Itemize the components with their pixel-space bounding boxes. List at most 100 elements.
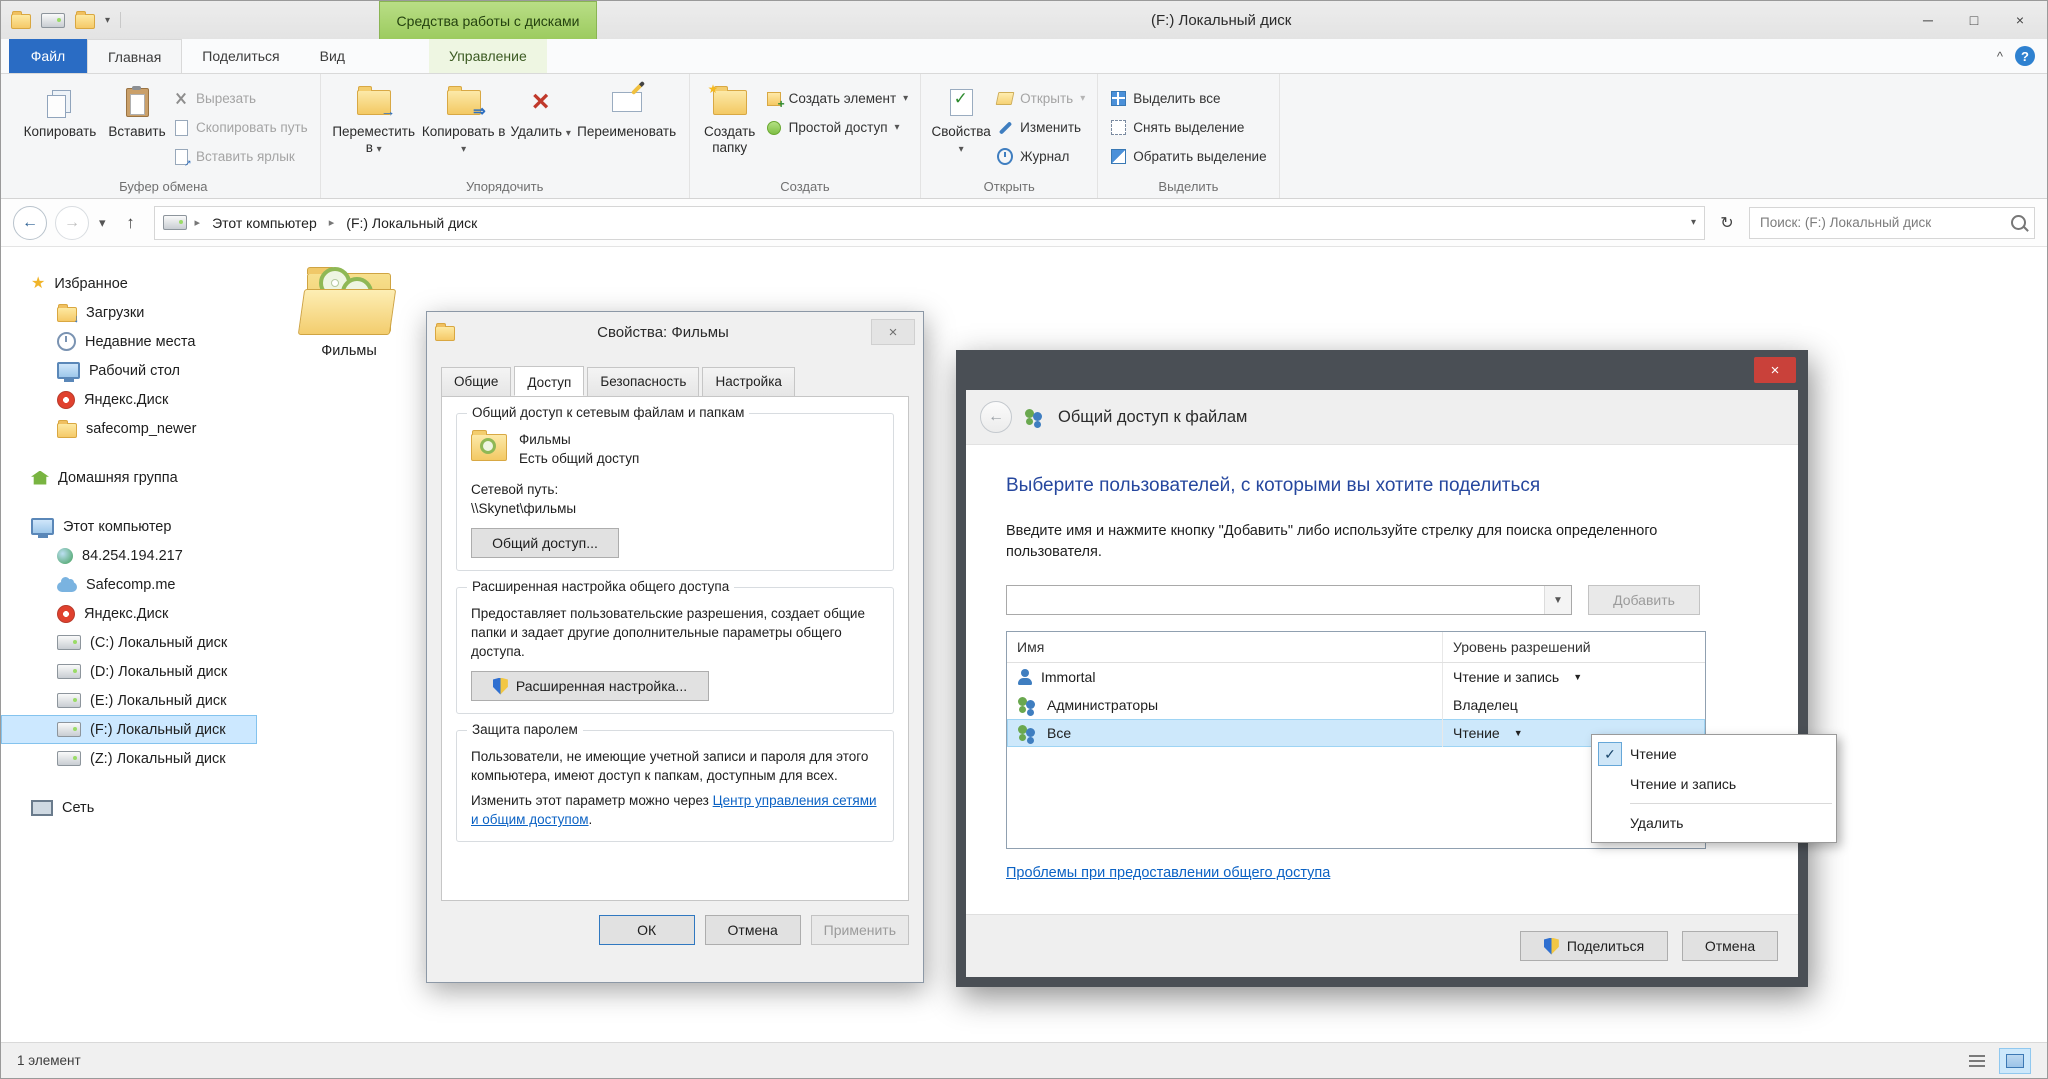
copy-button[interactable]: Копировать: [15, 78, 105, 176]
up-button[interactable]: ↑: [116, 208, 146, 238]
sidebar-item-recent-places[interactable]: Недавние места: [1, 327, 257, 356]
paste-shortcut-icon: [175, 149, 188, 165]
breadcrumb[interactable]: ▸ Этот компьютер ▸ (F:) Локальный диск ▾: [154, 206, 1705, 240]
sidebar-item-drive-e[interactable]: (E:) Локальный диск: [1, 686, 257, 715]
advanced-sharing-button[interactable]: Расширенная настройка...: [471, 671, 709, 701]
sidebar-item-drive-z[interactable]: (Z:) Локальный диск: [1, 744, 257, 773]
sidebar-item-downloads[interactable]: ↓Загрузки: [1, 298, 257, 327]
sidebar-item-drive-f[interactable]: (F:) Локальный диск: [1, 715, 257, 744]
menu-item-read-write[interactable]: Чтение и запись: [1592, 769, 1836, 799]
sidebar-item-drive-d[interactable]: (D:) Локальный диск: [1, 657, 257, 686]
share-button[interactable]: Поделиться: [1520, 931, 1668, 961]
permission-row-immortal[interactable]: Immortal Чтение и запись▼: [1007, 663, 1705, 691]
easy-access-button[interactable]: Простой доступ ▾: [762, 115, 913, 140]
combobox-dropdown-icon[interactable]: ▼: [1544, 586, 1571, 614]
permission-row-administrators[interactable]: Администраторы Владелец: [1007, 691, 1705, 719]
sidebar-item-yandex-disk-2[interactable]: Яндекс.Диск: [1, 599, 257, 628]
rename-button[interactable]: Переименовать: [573, 78, 681, 176]
paste-button[interactable]: Вставить: [105, 78, 169, 176]
tab-security[interactable]: Безопасность: [587, 367, 699, 397]
sidebar-item-ip-address[interactable]: 84.254.194.217: [1, 541, 257, 570]
sidebar-item-network[interactable]: Сеть: [1, 793, 257, 822]
column-header-level[interactable]: Уровень разрешений: [1443, 632, 1705, 662]
level-dropdown-icon[interactable]: ▼: [1514, 728, 1523, 738]
forward-button[interactable]: →: [55, 206, 89, 240]
sharing-dialog-header: ← Общий доступ к файлам: [966, 390, 1798, 445]
breadcrumb-this-pc[interactable]: Этот компьютер: [208, 213, 321, 233]
wizard-back-button[interactable]: ←: [980, 401, 1012, 433]
sidebar-item-desktop[interactable]: Рабочий стол: [1, 356, 257, 385]
sharing-problems-link[interactable]: Проблемы при предоставлении общего досту…: [1006, 865, 1330, 881]
ribbon-group-open: Свойства ▾ Открыть ▾ Изменить Журнал Отк…: [921, 74, 1098, 198]
ribbon-collapse-icon[interactable]: ^: [1997, 49, 2003, 64]
invert-selection-button[interactable]: Обратить выделение: [1106, 144, 1270, 169]
delete-button[interactable]: × Удалить ▾: [509, 78, 573, 176]
tab-share[interactable]: Поделиться: [182, 39, 299, 73]
move-to-button[interactable]: → Переместить в ▾: [329, 78, 419, 176]
menu-item-read[interactable]: ✓ Чтение: [1592, 739, 1836, 769]
back-button[interactable]: ←: [13, 206, 47, 240]
menu-item-remove[interactable]: Удалить: [1592, 808, 1836, 838]
open-button[interactable]: Открыть ▾: [993, 86, 1089, 111]
drive-icon: [57, 722, 81, 737]
sidebar-item-drive-c[interactable]: (C:) Локальный диск: [1, 628, 257, 657]
qat-dropdown-icon[interactable]: ▾: [105, 15, 110, 26]
copy-to-button[interactable]: ⇒ Копировать в ▾: [419, 78, 509, 176]
tab-file[interactable]: Файл: [9, 39, 87, 73]
properties-button[interactable]: Свойства ▾: [929, 78, 993, 176]
search-input[interactable]: [1758, 214, 2005, 231]
password-protection-group: Защита паролем Пользователи, не имеющие …: [456, 730, 894, 842]
sidebar-item-yandex-disk[interactable]: Яндекс.Диск: [1, 385, 257, 414]
details-view-button[interactable]: [1961, 1048, 1993, 1074]
tab-general[interactable]: Общие: [441, 367, 511, 397]
dropdown-arrow-icon: ▾: [903, 93, 908, 104]
select-none-button[interactable]: Снять выделение: [1106, 115, 1270, 140]
properties-dialog-titlebar[interactable]: Свойства: Фильмы ×: [427, 312, 923, 352]
sidebar-item-homegroup[interactable]: Домашняя группа: [1, 463, 257, 492]
recent-pages-dropdown-icon[interactable]: ▾: [97, 215, 108, 231]
edit-button[interactable]: Изменить: [993, 115, 1089, 140]
address-history-dropdown-icon[interactable]: ▾: [1691, 217, 1696, 228]
close-button[interactable]: ×: [1997, 6, 2043, 34]
tab-home[interactable]: Главная: [87, 39, 182, 73]
sidebar-item-favorites[interactable]: ★Избранное: [1, 269, 257, 298]
tab-view[interactable]: Вид: [300, 39, 365, 73]
sidebar-item-safecomp-me[interactable]: Safecomp.me: [1, 570, 257, 599]
sharing-dialog-frame-top[interactable]: ×: [966, 350, 1798, 390]
history-button[interactable]: Журнал: [993, 144, 1089, 169]
refresh-button[interactable]: ↻: [1713, 208, 1741, 238]
column-header-name[interactable]: Имя: [1007, 632, 1443, 662]
select-all-button[interactable]: Выделить все: [1106, 86, 1270, 111]
new-folder-button[interactable]: ★ Создать папку: [698, 78, 762, 176]
sharing-cancel-button[interactable]: Отмена: [1682, 931, 1778, 961]
minimize-button[interactable]: ─: [1905, 6, 1951, 34]
qat-drive-icon[interactable]: [41, 13, 65, 28]
copy-path-button[interactable]: Скопировать путь: [169, 115, 312, 140]
level-dropdown-icon[interactable]: ▼: [1573, 672, 1582, 682]
help-icon[interactable]: ?: [2015, 46, 2035, 66]
sharing-close-button[interactable]: ×: [1754, 357, 1796, 383]
share-access-button[interactable]: Общий доступ...: [471, 528, 619, 558]
sidebar-item-this-pc[interactable]: Этот компьютер: [1, 512, 257, 541]
properties-close-button[interactable]: ×: [871, 319, 915, 345]
tab-sharing[interactable]: Доступ: [514, 366, 584, 396]
thumbnails-view-button[interactable]: [1999, 1048, 2031, 1074]
tab-customize[interactable]: Настройка: [702, 367, 794, 397]
sidebar-item-safecomp-newer[interactable]: safecomp_newer: [1, 414, 257, 443]
cut-button[interactable]: Вырезать: [169, 86, 312, 111]
tab-manage[interactable]: Управление: [429, 39, 547, 73]
select-none-icon: [1111, 120, 1126, 135]
contextual-tab-header[interactable]: Средства работы с дисками: [379, 1, 597, 39]
add-user-button[interactable]: Добавить: [1588, 585, 1700, 615]
maximize-button[interactable]: □: [1951, 6, 1997, 34]
cancel-button[interactable]: Отмена: [705, 915, 801, 945]
user-combobox-input[interactable]: [1007, 586, 1557, 614]
apply-button[interactable]: Применить: [811, 915, 909, 945]
paste-shortcut-button[interactable]: Вставить ярлык: [169, 144, 312, 169]
qat-folder-icon[interactable]: [75, 14, 95, 29]
breadcrumb-current-drive[interactable]: (F:) Локальный диск: [342, 213, 481, 233]
folder-item-films[interactable]: Фильмы: [284, 263, 414, 359]
new-item-button[interactable]: Создать элемент ▾: [762, 86, 913, 111]
title-bar[interactable]: ▾ Средства работы с дисками (F:) Локальн…: [1, 1, 2047, 39]
ok-button[interactable]: ОК: [599, 915, 695, 945]
